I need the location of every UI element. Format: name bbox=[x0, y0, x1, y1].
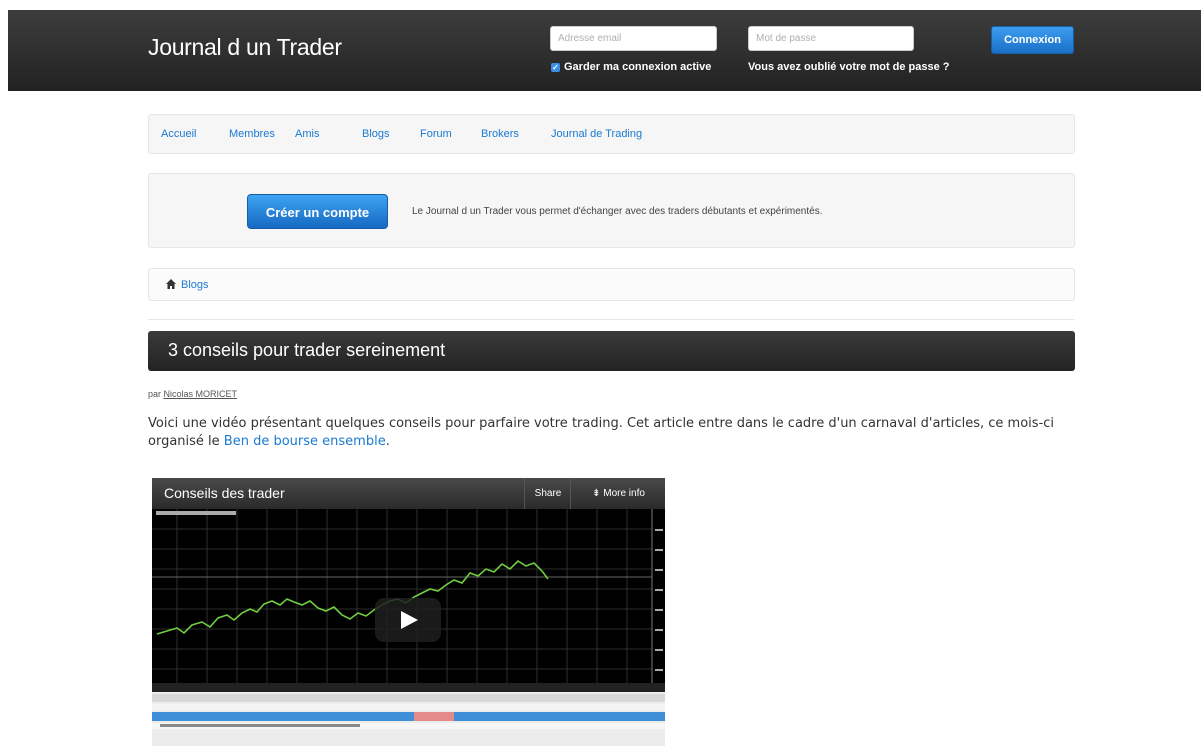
remember-checkbox[interactable]: ✓ Garder ma connexion active bbox=[551, 61, 711, 73]
byline-prefix: par bbox=[148, 389, 162, 399]
remember-label: Garder ma connexion active bbox=[564, 61, 712, 73]
video-order-table bbox=[152, 692, 665, 746]
article-byline: par Nicolas MORICET bbox=[148, 389, 237, 399]
main-nav: Accueil Membres Amis Blogs Forum Brokers… bbox=[148, 114, 1075, 154]
banner-text: Le Journal d un Trader vous permet d'éch… bbox=[412, 206, 823, 217]
checkbox-checked-icon[interactable]: ✓ bbox=[551, 62, 560, 72]
nav-item-brokers[interactable]: Brokers bbox=[481, 128, 519, 140]
nav-item-membres[interactable]: Membres bbox=[229, 128, 275, 140]
nav-item-journal[interactable]: Journal de Trading bbox=[551, 128, 642, 140]
info-icon: ⇟ bbox=[592, 488, 604, 499]
nav-item-forum[interactable]: Forum bbox=[420, 128, 452, 140]
breadcrumb-blogs[interactable]: Blogs bbox=[181, 279, 209, 291]
play-icon bbox=[401, 611, 418, 629]
nav-item-blogs[interactable]: Blogs bbox=[362, 128, 390, 140]
video-more-info-button[interactable]: ⇟ More info bbox=[570, 478, 665, 509]
nav-item-accueil[interactable]: Accueil bbox=[161, 128, 196, 140]
password-input[interactable] bbox=[748, 26, 914, 51]
video-player[interactable]: Conseils des trader Share ⇟ More info bbox=[152, 478, 665, 746]
create-account-button[interactable]: Créer un compte bbox=[247, 194, 388, 229]
site-brand[interactable]: Journal d un Trader bbox=[148, 34, 342, 61]
article-title: 3 conseils pour trader sereinement bbox=[168, 340, 446, 360]
article-intro: Voici une vidéo présentant quelques cons… bbox=[148, 415, 1075, 451]
video-title[interactable]: Conseils des trader bbox=[164, 485, 285, 501]
home-icon[interactable] bbox=[165, 278, 177, 290]
intro-end: . bbox=[385, 434, 390, 449]
divider bbox=[148, 319, 1075, 320]
article-title-bar: 3 conseils pour trader sereinement bbox=[148, 331, 1075, 371]
video-header: Conseils des trader Share ⇟ More info bbox=[152, 478, 665, 509]
more-info-label: More info bbox=[603, 488, 645, 499]
nav-item-amis[interactable]: Amis bbox=[295, 128, 319, 140]
video-share-button[interactable]: Share bbox=[524, 478, 571, 509]
forgot-password-link[interactable]: Vous avez oublié votre mot de passe ? bbox=[748, 61, 950, 73]
author-link[interactable]: Nicolas MORICET bbox=[164, 389, 238, 399]
login-button[interactable]: Connexion bbox=[991, 26, 1074, 54]
email-input[interactable] bbox=[550, 26, 717, 51]
video-play-button[interactable] bbox=[375, 598, 441, 642]
signup-banner: Créer un compte Le Journal d un Trader v… bbox=[148, 173, 1075, 248]
top-bar: Journal d un Trader ✓ Garder ma connexio… bbox=[8, 10, 1201, 91]
breadcrumb: Blogs bbox=[148, 268, 1075, 301]
intro-link[interactable]: Ben de bourse ensemble bbox=[224, 434, 386, 449]
